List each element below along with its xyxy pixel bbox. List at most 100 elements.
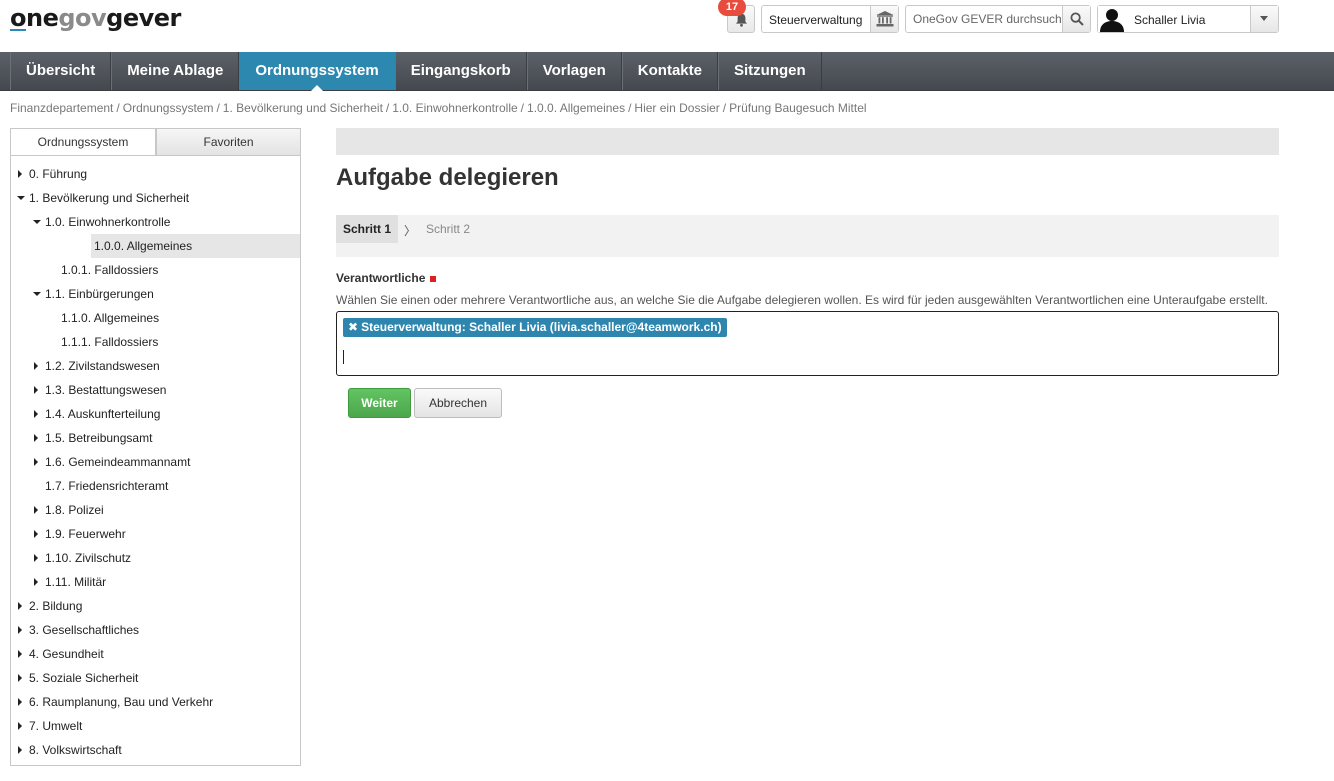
breadcrumb-link[interactable]: Finanzdepartement [10, 101, 113, 115]
chevron-down-icon [1260, 16, 1268, 21]
tree-item[interactable]: 1.3. Bestattungswesen [34, 378, 166, 402]
tree-item[interactable]: 1.11. Militär [34, 570, 106, 594]
tree-item-label: 5. Soziale Sicherheit [29, 671, 139, 685]
tree-item-label: 1.8. Polizei [45, 503, 104, 517]
tree-toggle-icon[interactable] [34, 434, 38, 442]
tree-item[interactable]: 1.10. Zivilschutz [34, 546, 131, 570]
tree-item-label: 1.1.0. Allgemeines [61, 311, 160, 325]
tree-toggle-icon[interactable] [34, 578, 38, 586]
breadcrumb: Finanzdepartement / Ordnungssystem/1. Bevö… [10, 101, 867, 115]
breadcrumb-link[interactable]: Ordnungssystem [123, 101, 214, 115]
breadcrumb-link[interactable]: 1. Bevölkerung und Sicherheit [223, 101, 383, 115]
tree-item[interactable]: 1.1.0. Allgemeines [61, 306, 159, 330]
notifications-count-badge[interactable]: 17 [718, 0, 746, 16]
nav-item-eingangskorb[interactable]: Eingangskorb [394, 52, 527, 90]
tree-item[interactable]: 1. Bevölkerung und Sicherheit [17, 186, 189, 210]
tree-toggle-icon[interactable] [34, 458, 38, 466]
responsible-field-label: Verantwortliche [336, 271, 437, 285]
tree-item[interactable]: 1.0. Einwohnerkontrolle [33, 210, 170, 234]
breadcrumb-separator: / [385, 101, 390, 115]
avatar [1098, 6, 1126, 32]
tree-toggle-icon[interactable] [18, 650, 22, 658]
tree-item-label: 1.0.1. Falldossiers [61, 263, 159, 277]
breadcrumb-separator: / [116, 101, 120, 115]
main-navigation: Übersicht Meine Ablage Ordnungssystem Ei… [0, 52, 1334, 91]
tree-item-label: 1.1. Einbürgerungen [45, 287, 154, 301]
tree-toggle-icon[interactable] [18, 674, 22, 682]
remove-token-icon[interactable]: ✖ [348, 320, 358, 334]
tree-toggle-icon[interactable] [18, 170, 22, 178]
breadcrumb-link[interactable]: Hier ein Dossier [634, 101, 719, 115]
breadcrumb-link[interactable]: 1.0. Einwohnerkontrolle [392, 101, 517, 115]
tree-toggle-icon[interactable] [17, 196, 25, 200]
tree-item[interactable]: 0. Führung [18, 162, 87, 186]
tree-toggle-icon[interactable] [34, 362, 38, 370]
tree-toggle-icon[interactable] [18, 746, 22, 754]
nav-item-vorlagen[interactable]: Vorlagen [526, 52, 622, 90]
tree-item[interactable]: 6. Raumplanung, Bau und Verkehr [18, 690, 214, 714]
tree-item-label: 4. Gesundheit [29, 647, 104, 661]
tree-item[interactable]: 1.8. Polizei [34, 498, 104, 522]
breadcrumb-separator: / [722, 101, 727, 115]
search-input[interactable] [906, 6, 1062, 32]
tree-toggle-icon[interactable] [34, 386, 38, 394]
tree-item[interactable]: 1.4. Auskunfterteilung [34, 402, 160, 426]
nav-item-uebersicht[interactable]: Übersicht [10, 52, 112, 90]
tree-item[interactable]: 1.9. Feuerwehr [34, 522, 126, 546]
logo[interactable]: onegovgever [10, 4, 181, 32]
tree-item[interactable]: 1.5. Betreibungsamt [34, 426, 153, 450]
tree-item[interactable]: 4. Gesundheit [18, 642, 104, 666]
org-unit-button[interactable] [870, 6, 898, 32]
abbrechen-button[interactable]: Abbrechen [414, 388, 502, 418]
tab-favoriten[interactable]: Favoriten [156, 128, 301, 156]
tree-item[interactable]: 1.1. Einbürgerungen [33, 282, 154, 306]
user-menu-toggle[interactable] [1250, 6, 1278, 32]
tree-item-label: 1.5. Betreibungsamt [45, 431, 153, 445]
breadcrumb-separator: / [520, 101, 525, 115]
tree-item-label: 6. Raumplanung, Bau und Verkehr [29, 695, 214, 709]
tree-item[interactable]: 1.0.1. Falldossiers [61, 258, 158, 282]
tree-item[interactable]: 8. Volkswirtschaft [18, 738, 122, 762]
nav-item-sitzungen[interactable]: Sitzungen [717, 52, 822, 90]
tree-toggle-icon[interactable] [18, 602, 22, 610]
institution-icon [876, 11, 894, 27]
nav-item-kontakte[interactable]: Kontakte [621, 52, 718, 90]
logo-part-one: one [10, 4, 59, 32]
breadcrumb-link[interactable]: 1.0.0. Allgemeines [527, 101, 625, 115]
user-menu[interactable]: Schaller Livia [1097, 5, 1279, 33]
tree-toggle-icon[interactable] [34, 530, 38, 538]
tree-toggle-icon[interactable] [33, 292, 41, 296]
tree-toggle-icon[interactable] [18, 626, 22, 634]
token-label: Steuerverwaltung: Schaller Livia (livia.… [361, 320, 722, 334]
tree-item-label: 1.7. Friedensrichteramt [45, 479, 169, 493]
tab-ordnungssystem[interactable]: Ordnungssystem [10, 128, 156, 156]
breadcrumb-separator: / [216, 101, 220, 115]
tree-item[interactable]: 3. Gesellschaftliches [18, 618, 139, 642]
tree-toggle-icon[interactable] [34, 554, 38, 562]
tree-toggle-icon[interactable] [33, 220, 41, 224]
nav-item-ordnungssystem[interactable]: Ordnungssystem [239, 52, 395, 91]
tree-item[interactable]: 7. Umwelt [18, 714, 82, 738]
search-icon [1070, 12, 1084, 26]
org-unit-selector[interactable]: Steuerverwaltung [761, 5, 899, 33]
tree-item[interactable]: 1.0.0. Allgemeines [91, 234, 300, 258]
tree-toggle-icon[interactable] [18, 698, 22, 706]
tree-item[interactable]: 1.2. Zivilstandswesen [34, 354, 160, 378]
tree-toggle-icon[interactable] [34, 410, 38, 418]
search-button[interactable] [1062, 6, 1090, 32]
tree-toggle-icon[interactable] [34, 506, 38, 514]
tree-item[interactable]: 2. Bildung [18, 594, 82, 618]
wizard-steps: Schritt 1 〉 Schritt 2 [336, 215, 1279, 257]
logo-part-gov: gov [58, 4, 107, 32]
tree-item[interactable]: 1.1.1. Falldossiers [61, 330, 158, 354]
tree-toggle-icon[interactable] [18, 722, 22, 730]
nav-item-meine-ablage[interactable]: Meine Ablage [111, 52, 240, 90]
responsible-autocomplete[interactable]: ✖ Steuerverwaltung: Schaller Livia (livia… [336, 311, 1279, 376]
tree-item[interactable]: 5. Soziale Sicherheit [18, 666, 139, 690]
tree-item-label: 1.0.0. Allgemeines [94, 239, 193, 253]
tree-item-label: 8. Volkswirtschaft [29, 743, 122, 757]
weiter-button[interactable]: Weiter [348, 388, 411, 418]
sidebar-tabs: Ordnungssystem Favoriten [10, 128, 301, 156]
tree-item[interactable]: 1.6. Gemeindeammannamt [34, 450, 190, 474]
tree-item[interactable]: 1.7. Friedensrichteramt [45, 474, 168, 498]
